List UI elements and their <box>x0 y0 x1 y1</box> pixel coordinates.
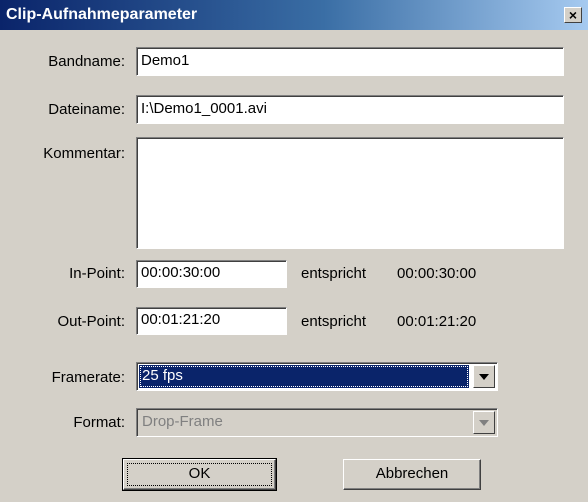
kommentar-label: Kommentar: <box>43 145 125 162</box>
focus-rect <box>127 463 272 486</box>
format-select[interactable]: Drop-Frame <box>136 408 498 437</box>
bandname-value: Demo1 <box>141 52 190 69</box>
in-point-value: 00:00:30:00 <box>141 264 221 281</box>
in-point-equiv-label: entspricht <box>301 265 367 282</box>
format-dropdown-button[interactable] <box>473 411 495 434</box>
close-icon: × <box>568 7 578 23</box>
in-point-field[interactable]: 00:00:30:00 <box>136 260 287 288</box>
out-point-value: 00:01:21:20 <box>141 311 221 328</box>
chevron-down-icon <box>479 374 489 380</box>
ok-button[interactable]: OK <box>122 458 277 491</box>
dateiname-label: Dateiname: <box>48 101 125 118</box>
dateiname-field[interactable]: I:\Demo1_0001.avi <box>136 95 564 124</box>
format-label: Format: <box>73 414 125 431</box>
cancel-button[interactable]: Abbrechen <box>343 459 481 490</box>
window-title: Clip-Aufnahmeparameter <box>6 6 198 23</box>
dateiname-value: I:\Demo1_0001.avi <box>141 100 267 117</box>
bandname-field[interactable]: Demo1 <box>136 47 564 76</box>
kommentar-textarea[interactable] <box>136 137 564 249</box>
cancel-label: Abbrechen <box>375 465 449 482</box>
out-point-label: Out-Point: <box>57 313 125 330</box>
framerate-label: Framerate: <box>51 369 125 386</box>
in-point-equiv-value: 00:00:30:00 <box>397 265 477 282</box>
format-value: Drop-Frame <box>142 413 223 430</box>
framerate-select[interactable]: 25 fps <box>136 362 498 391</box>
in-point-label: In-Point: <box>69 265 125 282</box>
close-button[interactable]: × <box>564 7 582 23</box>
framerate-dropdown-button[interactable] <box>473 365 495 388</box>
out-point-field[interactable]: 00:01:21:20 <box>136 307 287 335</box>
bandname-label: Bandname: <box>48 53 125 70</box>
title-bar[interactable]: Clip-Aufnahmeparameter × <box>0 0 588 30</box>
chevron-down-icon <box>479 420 489 426</box>
framerate-value: 25 fps <box>139 365 469 388</box>
out-point-equiv-label: entspricht <box>301 313 367 330</box>
out-point-equiv-value: 00:01:21:20 <box>397 313 477 330</box>
